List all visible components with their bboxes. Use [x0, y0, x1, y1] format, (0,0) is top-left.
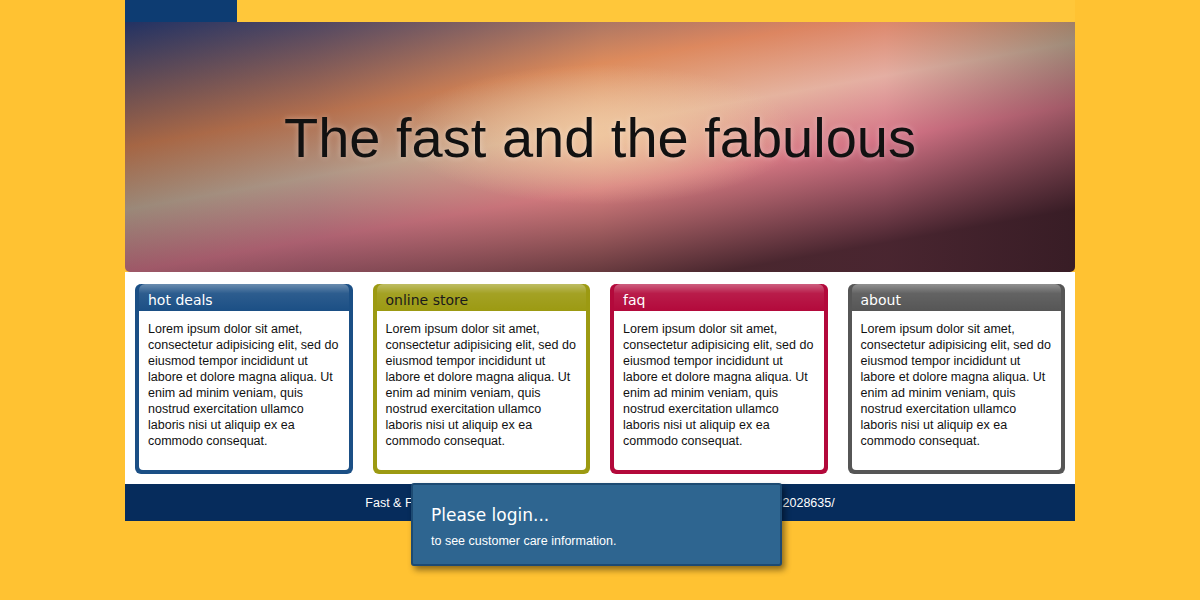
card-header[interactable]: faq — [614, 284, 824, 311]
card: faqLorem ipsum dolor sit amet, consectet… — [610, 284, 828, 474]
top-tab — [125, 0, 237, 22]
card: online storeLorem ipsum dolor sit amet, … — [373, 284, 591, 474]
top-strip — [125, 0, 1075, 22]
footer-text: Fast & F — [365, 496, 412, 510]
card-header[interactable]: hot deals — [139, 284, 349, 311]
banner: The fast and the fabulous — [125, 22, 1075, 272]
card-row: hot dealsLorem ipsum dolor sit amet, con… — [125, 272, 1075, 484]
page: The fast and the fabuloushot dealsLorem … — [125, 0, 1075, 521]
card-header[interactable]: about — [852, 284, 1062, 311]
card: aboutLorem ipsum dolor sit amet, consect… — [848, 284, 1066, 474]
card: hot dealsLorem ipsum dolor sit amet, con… — [135, 284, 353, 474]
login-popup[interactable]: Please login... to see customer care info… — [411, 483, 782, 566]
banner-title: The fast and the fabulous — [284, 105, 916, 170]
card-header[interactable]: online store — [377, 284, 587, 311]
card-body: Lorem ipsum dolor sit amet, consectetur … — [852, 311, 1062, 470]
card-body: Lorem ipsum dolor sit amet, consectetur … — [614, 311, 824, 470]
popup-title: Please login... — [431, 505, 762, 525]
card-body: Lorem ipsum dolor sit amet, consectetur … — [377, 311, 587, 470]
footer-text: 2028635/ — [783, 496, 835, 510]
card-body: Lorem ipsum dolor sit amet, consectetur … — [139, 311, 349, 470]
popup-message: to see customer care information. — [431, 534, 762, 548]
